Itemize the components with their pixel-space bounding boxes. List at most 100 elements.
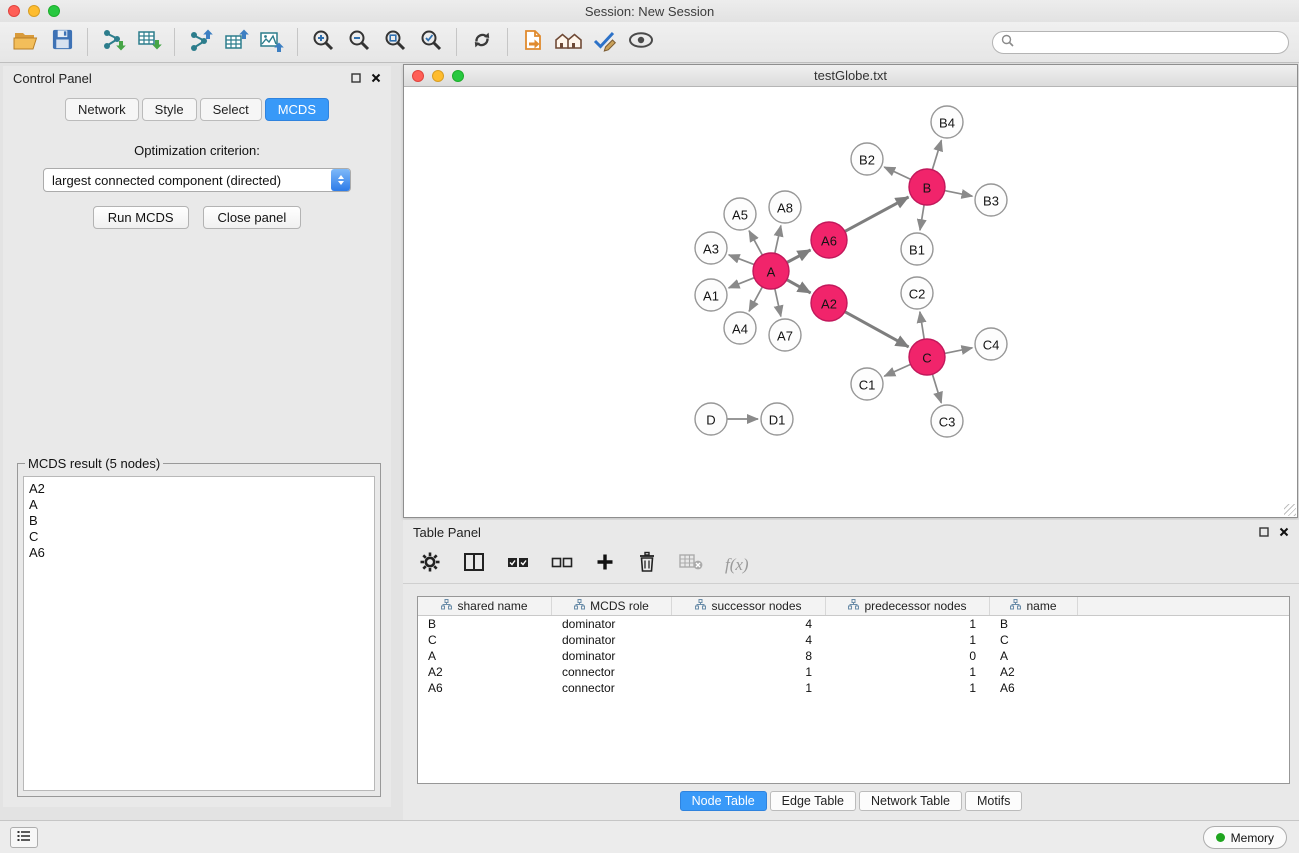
zoom-fit-button[interactable] xyxy=(377,26,413,58)
graph-edge-C-C3[interactable] xyxy=(932,374,941,403)
table-cell[interactable]: 0 xyxy=(826,648,990,664)
show-all-networks-button[interactable] xyxy=(551,26,587,58)
graph-node-A4[interactable]: A4 xyxy=(724,312,756,344)
column-header-mcds-role[interactable]: MCDS role xyxy=(552,597,672,615)
tab-node-table[interactable]: Node Table xyxy=(680,791,767,811)
result-item[interactable]: A xyxy=(29,497,369,513)
network-minimize-button[interactable] xyxy=(432,70,444,82)
graph-edge-A-A3[interactable] xyxy=(729,255,755,265)
export-image-button[interactable] xyxy=(254,26,290,58)
column-header-successor-nodes[interactable]: successor nodes xyxy=(672,597,826,615)
graph-edge-A-A2[interactable] xyxy=(787,280,811,293)
run-mcds-button[interactable]: Run MCDS xyxy=(93,206,189,229)
zoom-selected-button[interactable] xyxy=(413,26,449,58)
network-canvas[interactable]: B4B2BB3A8A5A6A3B1AC2A1A2A4A7C4CC1C3DD1 xyxy=(404,88,1297,517)
unselect-all-button[interactable] xyxy=(551,556,573,574)
tab-style[interactable]: Style xyxy=(142,98,197,121)
table-cell[interactable]: A xyxy=(418,648,552,664)
graph-node-A3[interactable]: A3 xyxy=(695,232,727,264)
close-panel-icon[interactable] xyxy=(371,71,381,86)
graph-edge-A-A6[interactable] xyxy=(787,250,811,263)
graph-node-B3[interactable]: B3 xyxy=(975,184,1007,216)
graph-edge-A-A8[interactable] xyxy=(775,226,781,254)
graph-node-C1[interactable]: C1 xyxy=(851,368,883,400)
table-cell[interactable]: A2 xyxy=(990,664,1078,680)
column-header-name[interactable]: name xyxy=(990,597,1078,615)
table-cell[interactable]: 1 xyxy=(826,680,990,696)
search-input[interactable] xyxy=(1018,32,1288,53)
graph-node-C3[interactable]: C3 xyxy=(931,405,963,437)
table-cell[interactable]: A6 xyxy=(990,680,1078,696)
zoom-in-button[interactable] xyxy=(305,26,341,58)
table-cell[interactable]: 4 xyxy=(672,616,826,632)
table-cell[interactable]: C xyxy=(990,632,1078,648)
graph-edge-B-B2[interactable] xyxy=(884,167,911,179)
graph-edge-A-A5[interactable] xyxy=(749,231,762,256)
search-field[interactable] xyxy=(992,31,1289,54)
table-cell[interactable]: 1 xyxy=(826,632,990,648)
graph-node-B1[interactable]: B1 xyxy=(901,233,933,265)
show-hide-button[interactable] xyxy=(623,26,659,58)
tab-select[interactable]: Select xyxy=(200,98,262,121)
wizard-button[interactable] xyxy=(587,26,623,58)
graph-node-B[interactable]: B xyxy=(909,169,945,205)
graph-edge-C-C1[interactable] xyxy=(884,364,910,376)
tab-motifs[interactable]: Motifs xyxy=(965,791,1022,811)
network-close-button[interactable] xyxy=(412,70,424,82)
graph-edge-C-C2[interactable] xyxy=(920,312,924,339)
table-row[interactable]: A6connector11A6 xyxy=(418,680,1289,696)
save-session-button[interactable] xyxy=(44,26,80,58)
graph-node-A6[interactable]: A6 xyxy=(811,222,847,258)
resize-grip[interactable] xyxy=(1284,504,1296,516)
mcds-result-list[interactable]: A2ABCA6 xyxy=(23,476,375,791)
graph-edge-B-B3[interactable] xyxy=(945,191,973,197)
graph-node-A7[interactable]: A7 xyxy=(769,319,801,351)
table-cell[interactable]: C xyxy=(418,632,552,648)
column-header-predecessor-nodes[interactable]: predecessor nodes xyxy=(826,597,990,615)
float-panel-icon[interactable] xyxy=(1259,525,1269,540)
table-cell[interactable]: connector xyxy=(552,664,672,680)
float-panel-icon[interactable] xyxy=(351,71,361,86)
tab-network[interactable]: Network xyxy=(65,98,139,121)
table-cell[interactable]: 1 xyxy=(672,680,826,696)
table-row[interactable]: Cdominator41C xyxy=(418,632,1289,648)
tab-mcds[interactable]: MCDS xyxy=(265,98,329,121)
delete-table-button[interactable] xyxy=(679,553,703,576)
graph-edge-C-C4[interactable] xyxy=(945,348,973,354)
graph-node-D[interactable]: D xyxy=(695,403,727,435)
graph-node-C[interactable]: C xyxy=(909,339,945,375)
graph-edge-B-B4[interactable] xyxy=(932,140,941,170)
memory-button[interactable]: Memory xyxy=(1203,826,1287,849)
table-cell[interactable]: 1 xyxy=(826,664,990,680)
graph-node-D1[interactable]: D1 xyxy=(761,403,793,435)
network-graph[interactable]: B4B2BB3A8A5A6A3B1AC2A1A2A4A7C4CC1C3DD1 xyxy=(404,88,1297,517)
graph-node-A5[interactable]: A5 xyxy=(724,198,756,230)
graph-node-A[interactable]: A xyxy=(753,253,789,289)
import-network-button[interactable] xyxy=(95,26,131,58)
zoom-out-button[interactable] xyxy=(341,26,377,58)
result-item[interactable]: A2 xyxy=(29,481,369,497)
graph-node-B4[interactable]: B4 xyxy=(931,106,963,138)
column-header-shared-name[interactable]: shared name xyxy=(418,597,552,615)
graph-node-C4[interactable]: C4 xyxy=(975,328,1007,360)
result-item[interactable]: C xyxy=(29,529,369,545)
graph-edge-A2-C[interactable] xyxy=(845,312,909,347)
table-cell[interactable]: dominator xyxy=(552,648,672,664)
graph-node-A2[interactable]: A2 xyxy=(811,285,847,321)
graph-node-A1[interactable]: A1 xyxy=(695,279,727,311)
minimize-window-button[interactable] xyxy=(28,5,40,17)
table-cell[interactable]: 1 xyxy=(826,616,990,632)
table-cell[interactable]: connector xyxy=(552,680,672,696)
open-session-button[interactable] xyxy=(8,26,44,58)
table-row[interactable]: A2connector11A2 xyxy=(418,664,1289,680)
graph-edge-A-A1[interactable] xyxy=(729,278,755,288)
graph-edge-A6-B[interactable] xyxy=(845,197,909,231)
table-cell[interactable]: 1 xyxy=(672,664,826,680)
graph-node-C2[interactable]: C2 xyxy=(901,277,933,309)
table-cell[interactable]: A xyxy=(990,648,1078,664)
select-all-button[interactable] xyxy=(507,556,529,574)
table-row[interactable]: Bdominator41B xyxy=(418,616,1289,632)
network-zoom-button[interactable] xyxy=(452,70,464,82)
tab-network-table[interactable]: Network Table xyxy=(859,791,962,811)
table-cell[interactable]: A6 xyxy=(418,680,552,696)
